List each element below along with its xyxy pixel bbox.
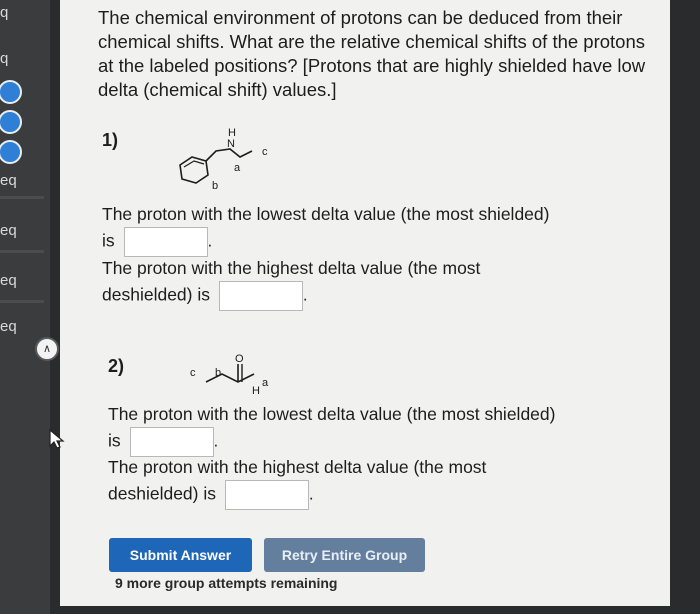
attempts-remaining: 9 more group attempts remaining [115, 575, 338, 591]
prompt-text: The proton with the lowest delta value (… [108, 404, 556, 424]
part2-lowest-prompt: The proton with the lowest delta value (… [108, 402, 555, 457]
hydrogen-label: H [228, 127, 236, 139]
ring-double-bond [183, 160, 205, 168]
part2-highest-answer-input[interactable] [224, 480, 309, 510]
question-sidebar: q q eq eq eq eq [0, 0, 50, 614]
status-circle-icon[interactable] [0, 110, 22, 134]
prompt-text: The proton with the lowest delta value (… [102, 204, 550, 224]
prompt-text: deshielded) is [102, 284, 210, 305]
mouse-pointer-icon [49, 428, 65, 449]
part2-lowest-answer-input[interactable] [129, 427, 214, 457]
sidebar-label: q [0, 50, 9, 67]
submit-answer-button[interactable]: Submit Answer [109, 538, 252, 572]
proton-label-a: a [262, 377, 269, 389]
retry-group-button[interactable]: Retry Entire Group [264, 538, 425, 572]
prompt-text: is [108, 430, 121, 451]
part1-highest-answer-input[interactable] [218, 281, 303, 311]
question-panel: The chemical environment of protons can … [60, 0, 670, 606]
proton-label-a: a [234, 162, 241, 174]
molecule-2-structure: O H a b c [190, 353, 269, 397]
oxygen-label: O [235, 353, 244, 365]
part1-lowest-answer-input[interactable] [123, 227, 208, 257]
sidebar-label: eq [0, 318, 17, 335]
part-number: 1) [102, 130, 119, 150]
prompt-text: The proton with the highest delta value … [108, 457, 487, 477]
screen-edge [670, 0, 700, 614]
prompt-text: is [102, 230, 115, 251]
nitrogen-label: N [227, 138, 235, 150]
sidebar-label: eq [0, 272, 17, 289]
proton-label-c: c [190, 367, 196, 379]
prompt-text: deshielded) is [108, 483, 216, 504]
alkyl-chain [205, 148, 253, 162]
part-number: 2) [108, 356, 125, 376]
sidebar-label: eq [0, 172, 17, 189]
proton-label-b: b [212, 180, 218, 192]
proton-label-b: b [215, 367, 221, 379]
hydrogen-label: H [252, 385, 260, 397]
part1-lowest-prompt: The proton with the lowest delta value (… [102, 202, 549, 257]
carbon-chain [205, 373, 255, 383]
sidebar-label: q [0, 4, 9, 21]
divider [0, 300, 44, 303]
prompt-text: The proton with the highest delta value … [102, 258, 481, 278]
expand-chevron-icon[interactable]: ∧ [35, 337, 59, 361]
part1-highest-prompt: The proton with the highest delta value … [102, 256, 480, 311]
proton-label-c: c [262, 146, 268, 158]
divider [0, 250, 44, 253]
status-circle-icon[interactable] [0, 80, 22, 104]
question-text: The chemical environment of protons can … [98, 7, 646, 100]
part2-highest-prompt: The proton with the highest delta value … [108, 455, 486, 510]
molecule-1-structure: N H a b c [179, 127, 268, 192]
divider [0, 196, 44, 199]
status-circle-icon[interactable] [0, 140, 22, 164]
sidebar-label: eq [0, 222, 17, 239]
